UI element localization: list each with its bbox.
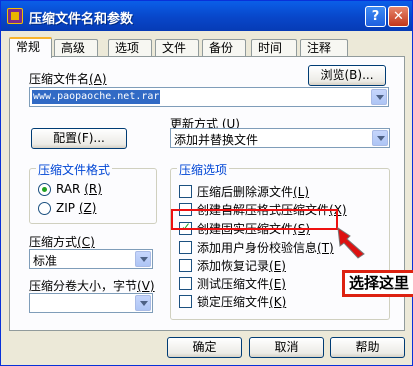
tab-advanced[interactable]: 高级 [54,39,98,57]
close-button[interactable]: ✕ [388,6,409,27]
winrar-app-icon [7,8,23,24]
lock-archive-checkbox[interactable] [179,295,192,308]
tab-general[interactable]: 常规 [9,37,52,58]
help-button[interactable]: 帮助 [330,337,405,358]
browse-button[interactable]: 浏览(B)... [308,65,386,86]
authenticity-checkbox[interactable] [179,241,192,254]
test-archive-label: 测试压缩文件(E) [197,277,286,291]
test-archive-checkbox[interactable] [179,277,192,290]
tab-options[interactable]: 选项 [108,39,152,57]
ok-button[interactable]: 确定 [167,337,242,358]
tab-backup[interactable]: 备份 [202,39,246,57]
archive-name-combo[interactable]: www.paopaoche.net.rar [29,87,389,107]
annotation-highlight-box [171,209,338,230]
tab-files[interactable]: 文件 [155,39,199,57]
delete-after-checkbox[interactable] [179,185,192,198]
cancel-button[interactable]: 取消 [249,337,324,358]
title-bar[interactable]: 压缩文件名和参数 ? ✕ [1,1,412,31]
compression-method-select[interactable]: 标准 [29,249,153,269]
split-size-combo[interactable] [29,293,153,313]
compression-method-label: 压缩方式(C) [29,235,95,249]
lock-archive-label: 锁定压缩文件(K) [197,295,287,309]
authenticity-label: 添加用户身份校验信息(T) [197,241,334,255]
annotation-callout: 选择这里 [342,270,413,297]
split-size-label: 压缩分卷大小，字节(V) [29,279,155,293]
delete-after-label: 压缩后删除源文件(L) [197,185,310,199]
profiles-button[interactable]: 配置(F)... [31,128,127,149]
compression-method-value: 标准 [33,254,58,268]
update-mode-select[interactable]: 添加并替换文件 [170,128,390,148]
zip-radio[interactable] [38,202,51,215]
window-title: 压缩文件名和参数 [29,12,134,27]
help-title-button[interactable]: ? [365,6,386,27]
chevron-down-icon[interactable] [371,89,387,105]
recovery-record-checkbox[interactable] [179,259,192,272]
rar-radio[interactable] [38,183,51,196]
format-group: 压缩文件格式 RAR (R) ZIP (Z) [29,161,157,224]
chevron-down-icon[interactable] [135,295,151,311]
update-mode-value: 添加并替换文件 [174,133,259,147]
annotation-arrow-icon [337,226,365,259]
zip-label: ZIP (Z) [56,201,97,215]
tab-comment[interactable]: 注释 [300,39,348,57]
options-group-title: 压缩选项 [177,161,230,178]
chevron-down-icon[interactable] [372,130,388,146]
dialog-window: 压缩文件名和参数 ? ✕ 常规 高级 选项 文件 备份 时间 注释 压缩文件名(… [0,0,413,366]
format-group-title: 压缩文件格式 [36,161,113,178]
archive-name-value: www.paopaoche.net.rar [32,90,161,104]
tab-time[interactable]: 时间 [251,39,297,57]
rar-label: RAR (R) [56,182,102,196]
chevron-down-icon[interactable] [135,251,151,267]
recovery-record-label: 添加恢复记录(E) [197,259,286,273]
archive-name-label: 压缩文件名(A) [29,72,107,86]
